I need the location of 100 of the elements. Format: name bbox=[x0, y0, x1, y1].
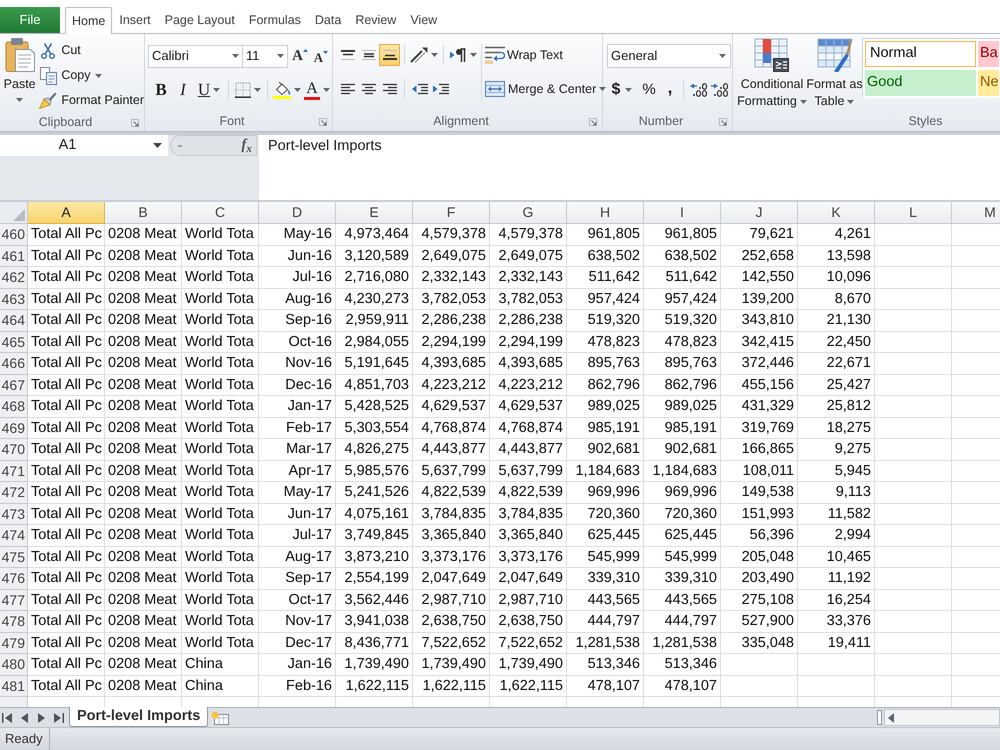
column-header[interactable]: A bbox=[28, 202, 105, 224]
row-header[interactable]: 463 bbox=[0, 288, 28, 310]
empty-cell[interactable] bbox=[875, 288, 952, 310]
ribbon-tab[interactable]: Review bbox=[348, 7, 404, 33]
empty-cell[interactable] bbox=[875, 224, 952, 246]
shrink-font-button[interactable]: A bbox=[312, 45, 330, 67]
column-header[interactable]: H bbox=[567, 202, 644, 224]
select-all-corner[interactable] bbox=[0, 202, 28, 224]
split-handle[interactable] bbox=[877, 710, 882, 725]
left-arrow-icon[interactable] bbox=[21, 712, 28, 722]
row-header[interactable]: 476 bbox=[0, 568, 28, 590]
column-header[interactable]: E bbox=[336, 202, 413, 224]
column-header[interactable]: F bbox=[413, 202, 490, 224]
sheet-tab[interactable]: Port-level Imports bbox=[69, 707, 208, 727]
row-header[interactable]: 466 bbox=[0, 353, 28, 374]
format-as-table-button[interactable]: Format as Table bbox=[807, 38, 862, 110]
empty-cell[interactable] bbox=[875, 460, 952, 482]
empty-cell[interactable] bbox=[875, 353, 952, 374]
empty-cell[interactable] bbox=[875, 310, 952, 332]
cell-style-option[interactable]: Good bbox=[865, 70, 976, 96]
empty-cell[interactable] bbox=[875, 396, 952, 418]
fill-color-button[interactable] bbox=[272, 79, 302, 101]
empty-cell[interactable] bbox=[875, 439, 952, 460]
empty-cell[interactable] bbox=[875, 654, 952, 676]
column-header[interactable]: D bbox=[259, 202, 336, 224]
number-format-field[interactable]: General bbox=[607, 44, 731, 68]
empty-cell[interactable] bbox=[875, 332, 952, 353]
cell-style-option[interactable]: Ne bbox=[978, 70, 999, 96]
empty-cell[interactable] bbox=[875, 246, 952, 267]
name-box[interactable]: A1 bbox=[0, 135, 168, 156]
empty-cell[interactable] bbox=[875, 590, 952, 611]
row-header[interactable]: 479 bbox=[0, 632, 28, 654]
ribbon-tab[interactable]: Data bbox=[308, 7, 348, 33]
column-header[interactable]: L bbox=[875, 202, 952, 224]
empty-cell[interactable] bbox=[875, 546, 952, 568]
font-size-field[interactable]: 11 bbox=[243, 44, 288, 68]
ribbon-tab[interactable]: Formulas bbox=[242, 7, 308, 33]
column-header[interactable]: J bbox=[721, 202, 798, 224]
empty-cell[interactable] bbox=[875, 504, 952, 525]
row-header[interactable]: 461 bbox=[0, 246, 28, 267]
insert-function-button[interactable]: f$_{x}$ bbox=[241, 138, 252, 153]
row-header[interactable]: 462 bbox=[0, 267, 28, 288]
empty-cell[interactable] bbox=[798, 676, 875, 697]
align-bottom-button[interactable] bbox=[379, 44, 400, 66]
format-painter-button[interactable]: Format Painter bbox=[39, 88, 144, 113]
percent-button[interactable]: % bbox=[637, 79, 661, 101]
row-header[interactable]: 473 bbox=[0, 504, 28, 525]
dialog-launcher-icon[interactable] bbox=[319, 118, 327, 126]
row-header[interactable]: 469 bbox=[0, 418, 28, 439]
column-header[interactable]: I bbox=[644, 202, 721, 224]
empty-cell[interactable] bbox=[721, 676, 798, 697]
right-arrow-icon[interactable] bbox=[38, 712, 45, 722]
row-header[interactable]: 480 bbox=[0, 654, 28, 676]
wrap-text-button[interactable]: Wrap Text bbox=[485, 44, 606, 66]
paste-button[interactable]: Paste bbox=[3, 38, 36, 112]
empty-cell[interactable] bbox=[875, 418, 952, 439]
underline-button[interactable]: U bbox=[194, 79, 224, 101]
empty-cell[interactable] bbox=[875, 632, 952, 654]
skip-right-icon[interactable] bbox=[54, 712, 64, 722]
row-header[interactable]: 478 bbox=[0, 611, 28, 632]
left-arrow-icon[interactable] bbox=[888, 712, 894, 722]
cell-style-option[interactable]: Normal bbox=[865, 41, 976, 67]
row-header[interactable]: 470 bbox=[0, 439, 28, 460]
row-header[interactable]: 464 bbox=[0, 310, 28, 332]
empty-cell[interactable] bbox=[798, 654, 875, 676]
comma-style-button[interactable]: , bbox=[661, 79, 679, 101]
empty-cell[interactable] bbox=[875, 568, 952, 590]
empty-cell[interactable] bbox=[721, 654, 798, 676]
conditional-formatting-button[interactable]: Conditional Formatting bbox=[737, 38, 807, 110]
empty-cell[interactable] bbox=[875, 676, 952, 697]
dialog-launcher-icon[interactable] bbox=[589, 118, 597, 126]
row-header[interactable]: 475 bbox=[0, 546, 28, 568]
new-sheet-icon[interactable] bbox=[211, 710, 230, 724]
column-header[interactable]: C bbox=[182, 202, 259, 224]
horizontal-scrollbar[interactable] bbox=[884, 709, 1000, 726]
row-header[interactable]: 477 bbox=[0, 590, 28, 611]
column-header[interactable]: G bbox=[490, 202, 567, 224]
column-header[interactable]: B bbox=[105, 202, 182, 224]
row-header[interactable]: 471 bbox=[0, 460, 28, 482]
empty-cell[interactable] bbox=[875, 525, 952, 546]
file-tab[interactable]: File bbox=[0, 7, 60, 33]
ribbon-tab[interactable]: Page Layout bbox=[158, 7, 242, 33]
row-header[interactable]: 460 bbox=[0, 224, 28, 246]
font-name-field[interactable]: Calibri bbox=[148, 44, 243, 68]
skip-left-icon[interactable] bbox=[2, 712, 12, 722]
formula-field[interactable]: Port-level Imports bbox=[259, 135, 1000, 200]
empty-cell[interactable] bbox=[875, 482, 952, 504]
row-header[interactable]: 465 bbox=[0, 332, 28, 353]
column-header[interactable]: M bbox=[952, 202, 1000, 224]
bold-button[interactable]: B bbox=[150, 79, 172, 101]
row-header[interactable]: 472 bbox=[0, 482, 28, 504]
empty-cell[interactable] bbox=[875, 611, 952, 632]
row-header[interactable]: 468 bbox=[0, 396, 28, 418]
row-header[interactable]: 467 bbox=[0, 374, 28, 396]
row-header[interactable]: 481 bbox=[0, 676, 28, 697]
italic-button[interactable]: I bbox=[172, 79, 194, 101]
column-header[interactable]: K bbox=[798, 202, 875, 224]
dialog-launcher-icon[interactable] bbox=[719, 118, 727, 126]
dialog-launcher-icon[interactable] bbox=[131, 118, 139, 126]
cut-button[interactable]: Cut bbox=[39, 38, 144, 63]
